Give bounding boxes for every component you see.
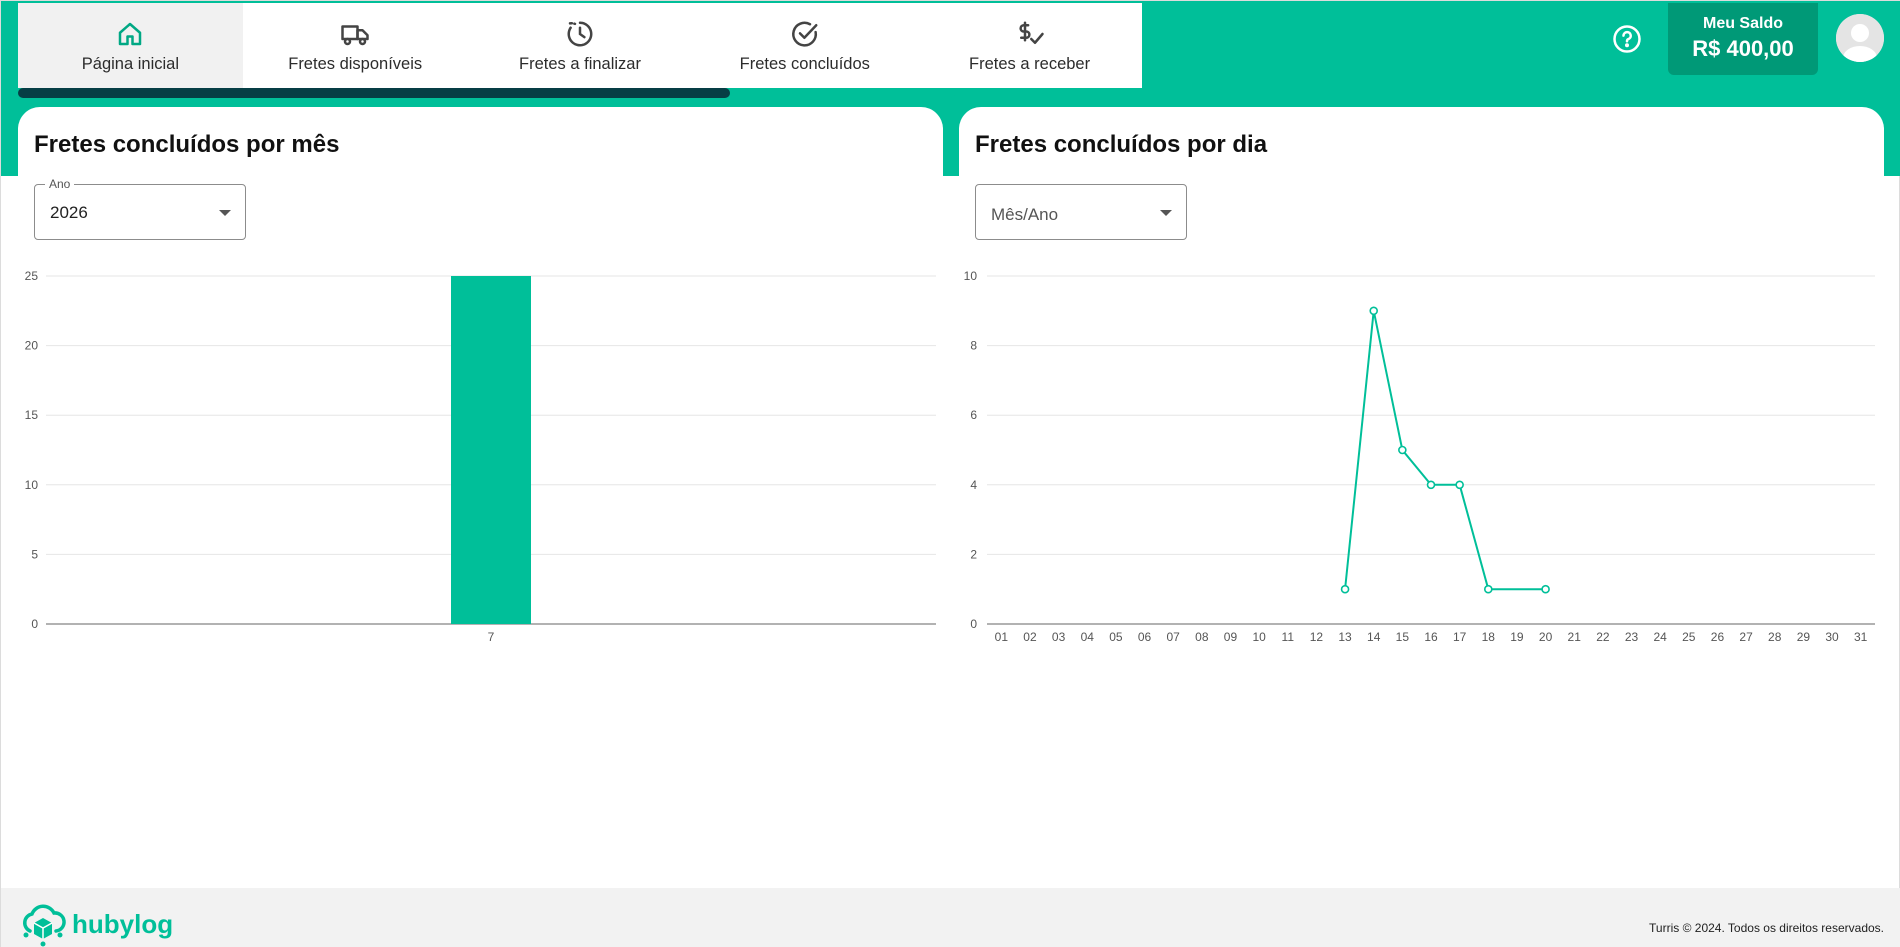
chevron-down-icon — [1160, 210, 1172, 216]
nav-item-home[interactable]: Página inicial — [18, 3, 243, 88]
balance-label: Meu Saldo — [1702, 15, 1783, 32]
x-tick-label: 15 — [1396, 630, 1410, 644]
dollar-check-icon — [1019, 21, 1044, 44]
data-point-day-14 — [1369, 306, 1379, 316]
x-tick-label: 18 — [1482, 630, 1496, 644]
x-tick-label: 27 — [1739, 630, 1753, 644]
month-year-select-placeholder: Mês/Ano — [991, 205, 1059, 224]
year-select-value: 2026 — [50, 203, 88, 222]
y-tick-label: 8 — [970, 339, 977, 353]
x-tick-label: 23 — [1625, 630, 1639, 644]
nav-item-label: Fretes concluídos — [739, 55, 870, 73]
y-tick-label: 5 — [31, 547, 38, 561]
data-point-day-13 — [1340, 584, 1350, 594]
year-select[interactable]: Ano 2026 — [34, 177, 246, 240]
monthly-card-title: Fretes concluídos por mês — [34, 131, 340, 158]
home-icon — [119, 22, 142, 46]
x-tick-label: 22 — [1596, 630, 1610, 644]
x-tick-label: 09 — [1224, 630, 1238, 644]
x-tick-label: 01 — [995, 630, 1009, 644]
data-point-day-20 — [1541, 584, 1550, 594]
monthly-bar-chart: 0 5 10 15 20 25 7 — [25, 269, 936, 644]
daily-line-chart: 024681001 02 03 04 05 06 07 08 09 10 11 12 13 14 15 16 1… — [964, 269, 1875, 644]
x-tick-label: 30 — [1825, 630, 1839, 644]
balance-value: R$ 400,00 — [1692, 36, 1794, 61]
nav-item-to-finalize[interactable]: Fretes a finalizar — [468, 3, 693, 88]
help-button[interactable] — [1611, 23, 1643, 55]
x-tick-label: 24 — [1653, 630, 1667, 644]
y-tick-label: 10 — [964, 269, 978, 283]
nav-progress-fill — [18, 88, 731, 98]
footer: hubylog Turris © 2024. Todos os direitos… — [1, 888, 1900, 947]
x-tick-label: 17 — [1453, 630, 1467, 644]
nav-item-label: Fretes a receber — [969, 55, 1091, 73]
nav-item-available-freights[interactable]: Fretes disponíveis — [243, 3, 468, 88]
x-tick-label: 16 — [1424, 630, 1438, 644]
x-tick-label: 25 — [1682, 630, 1696, 644]
x-tick-label: 20 — [1539, 630, 1553, 644]
year-select-label: Ano — [45, 177, 75, 191]
x-tick-label: 04 — [1081, 630, 1095, 644]
nav-item-label: Página inicial — [81, 55, 180, 73]
y-tick-label: 15 — [25, 408, 39, 422]
x-tick-label: 10 — [1252, 630, 1266, 644]
x-tick-label: 21 — [1568, 630, 1582, 644]
x-tick-label: 03 — [1052, 630, 1066, 644]
copyright-text: Turris © 2024. Todos os direitos reserva… — [1649, 921, 1884, 935]
balance-panel[interactable]: Meu Saldo R$ 400,00 — [1668, 3, 1818, 75]
x-tick-label: 26 — [1711, 630, 1725, 644]
bar-7 — [451, 276, 531, 624]
x-tick-label: 31 — [1854, 630, 1868, 644]
x-tick-label: 19 — [1510, 630, 1524, 644]
hubylog-logo[interactable]: hubylog — [18, 901, 173, 947]
y-tick-label: 2 — [970, 547, 977, 561]
y-tick-label: 10 — [25, 478, 39, 492]
x-tick-label: 02 — [1023, 630, 1037, 644]
hubylog-logo-icon — [23, 904, 66, 947]
x-tick-label: 11 — [1282, 630, 1295, 644]
x-tick-label: 07 — [1167, 630, 1181, 644]
y-tick-label: 4 — [970, 478, 977, 492]
x-tick-label: 14 — [1367, 630, 1381, 644]
data-point-day-18 — [1483, 584, 1493, 594]
user-avatar-icon — [1836, 14, 1884, 62]
data-point-day-15 — [1398, 445, 1407, 455]
x-tick-label: 12 — [1310, 630, 1324, 644]
check-circle-icon — [791, 21, 818, 47]
truck-icon — [341, 25, 369, 46]
top-nav: Página inicial Fretes disponíveis Fretes… — [18, 3, 1142, 88]
x-tick-label: 28 — [1768, 630, 1782, 644]
x-tick-label: 29 — [1797, 630, 1811, 644]
y-tick-label: 0 — [31, 617, 38, 631]
nav-item-to-receive[interactable]: Fretes a receber — [917, 3, 1142, 88]
user-avatar[interactable] — [1836, 14, 1884, 62]
help-icon — [1613, 25, 1641, 53]
month-year-select[interactable]: Mês/Ano — [975, 184, 1187, 240]
daily-card-title: Fretes concluídos por dia — [975, 131, 1268, 158]
y-tick-label: 6 — [970, 408, 977, 422]
data-point-day-17 — [1455, 480, 1464, 490]
logo-text: hubylog — [72, 908, 174, 939]
x-tick-label: 7 — [488, 630, 495, 644]
nav-item-label: Fretes disponíveis — [288, 55, 423, 73]
nav-item-completed[interactable]: Fretes concluídos — [692, 3, 917, 88]
y-tick-label: 20 — [25, 339, 39, 353]
chevron-down-icon — [219, 210, 231, 216]
x-tick-label: 06 — [1138, 630, 1152, 644]
clock-history-icon — [567, 21, 593, 47]
x-tick-label: 13 — [1338, 630, 1352, 644]
x-tick-label: 08 — [1195, 630, 1209, 644]
series-line — [1344, 310, 1546, 591]
x-tick-label: 05 — [1109, 630, 1123, 644]
data-point-day-16 — [1426, 480, 1436, 490]
app-frame: Página inicial Fretes disponíveis Fretes… — [0, 0, 1900, 947]
y-tick-label: 25 — [25, 269, 39, 283]
nav-item-label: Fretes a finalizar — [519, 55, 641, 73]
y-tick-label: 0 — [970, 617, 977, 631]
